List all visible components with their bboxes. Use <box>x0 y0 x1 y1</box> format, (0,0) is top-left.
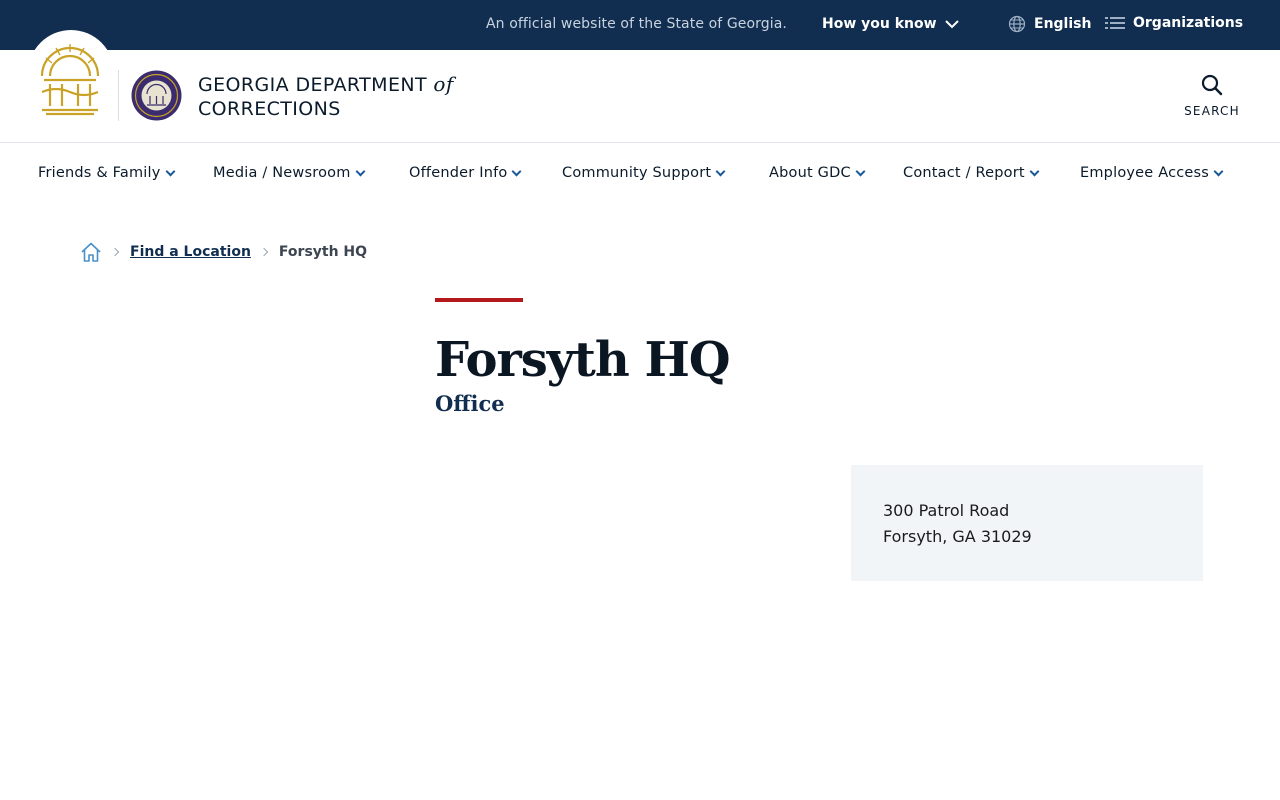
list-icon <box>1105 17 1125 29</box>
chevron-down-icon <box>944 20 959 29</box>
organizations-button[interactable]: Organizations <box>1105 15 1243 31</box>
language-selector[interactable]: English <box>1008 15 1091 33</box>
nav-item-label: Community Support <box>562 165 712 181</box>
agency-name[interactable]: GEORGIA DEPARTMENT of CORRECTIONS <box>198 72 454 121</box>
official-site-text: An official website of the State of Geor… <box>486 16 787 32</box>
search-button[interactable]: SEARCH <box>1180 74 1244 118</box>
location-type: Office <box>435 391 505 416</box>
breadcrumb-current-page: Forsyth HQ <box>278 244 368 260</box>
nav-item-label: Friends & Family <box>38 165 161 181</box>
agency-name-line2: CORRECTIONS <box>198 98 341 120</box>
nav-item-label: Employee Access <box>1080 165 1210 181</box>
language-label: English <box>1034 16 1092 32</box>
georgia-state-seal-logo[interactable] <box>36 40 104 116</box>
nav-friends-family[interactable]: Friends & Family <box>38 165 175 181</box>
globe-icon <box>1008 15 1026 33</box>
chevron-down-icon <box>355 166 365 176</box>
nav-media-newsroom[interactable]: Media / Newsroom <box>213 165 365 181</box>
organizations-label: Organizations <box>1133 15 1244 31</box>
chevron-down-icon <box>1213 166 1224 176</box>
nav-item-label: Contact / Report <box>903 165 1025 181</box>
search-icon <box>1201 74 1223 96</box>
breadcrumb-separator <box>110 247 120 257</box>
official-banner: An official website of the State of Geor… <box>0 0 1280 50</box>
address-city-state-zip: Forsyth, GA 31029 <box>883 527 1032 546</box>
nav-community-support[interactable]: Community Support <box>562 165 726 181</box>
nav-item-label: About GDC <box>769 165 851 181</box>
nav-about-gdc[interactable]: About GDC <box>769 165 866 181</box>
home-icon[interactable] <box>80 241 102 263</box>
nav-item-label: Offender Info <box>409 165 508 181</box>
address-card: 300 Patrol Road Forsyth, GA 31029 <box>851 465 1203 581</box>
chevron-down-icon <box>1029 166 1040 176</box>
search-label: SEARCH <box>1184 104 1240 118</box>
title-accent-bar <box>435 298 523 302</box>
agency-name-line1: GEORGIA DEPARTMENT <box>198 74 427 96</box>
breadcrumb-separator <box>259 247 269 257</box>
nav-offender-info[interactable]: Offender Info <box>409 165 522 181</box>
address-street: 300 Patrol Road <box>883 501 1010 520</box>
main-navigation: Friends & Family Media / Newsroom Offend… <box>0 143 1280 203</box>
nav-contact-report[interactable]: Contact / Report <box>903 165 1040 181</box>
page-title: Forsyth HQ <box>435 332 731 388</box>
chevron-down-icon <box>855 166 866 176</box>
agency-name-of: of <box>433 72 454 96</box>
logo-divider <box>118 70 119 121</box>
breadcrumb: Find a Location Forsyth HQ <box>80 241 367 263</box>
chevron-down-icon <box>715 166 726 176</box>
site-header: GEORGIA DEPARTMENT of CORRECTIONS SEARCH <box>0 30 1280 143</box>
chevron-down-icon <box>165 166 175 176</box>
nav-employee-access[interactable]: Employee Access <box>1080 165 1224 181</box>
how-you-know-label: How you know <box>822 16 937 32</box>
how-you-know-button[interactable]: How you know <box>822 16 959 32</box>
chevron-down-icon <box>512 166 522 176</box>
breadcrumb-find-location[interactable]: Find a Location <box>130 244 251 260</box>
nav-item-label: Media / Newsroom <box>213 165 351 181</box>
gdc-department-seal-logo[interactable] <box>131 70 182 121</box>
